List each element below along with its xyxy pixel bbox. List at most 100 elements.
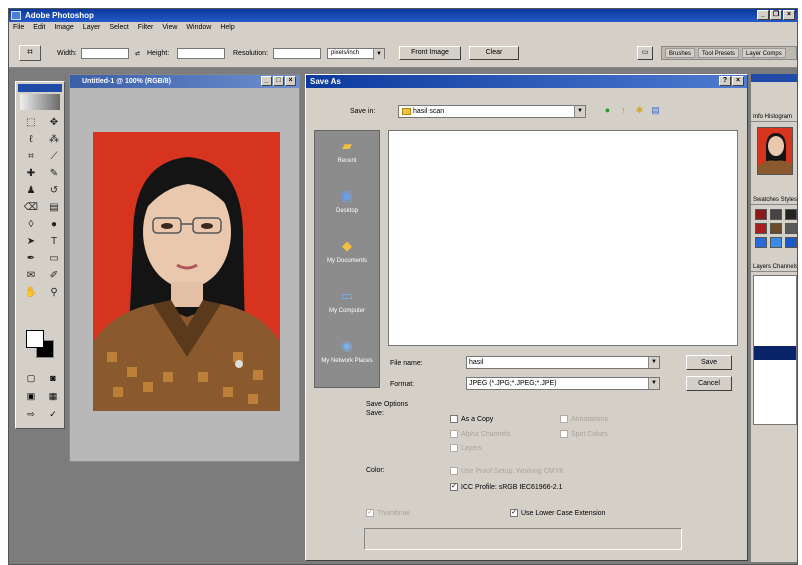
eyedropper-tool-icon[interactable]: ✐: [44, 269, 64, 283]
file-list[interactable]: [388, 130, 738, 346]
screen-mode-icon[interactable]: ▣: [22, 390, 40, 402]
place-my-network[interactable]: ◉ My Network Places: [315, 331, 379, 381]
place-my-computer[interactable]: ▭ My Computer: [315, 281, 379, 331]
menu-edit[interactable]: Edit: [33, 22, 45, 34]
slice-tool-icon[interactable]: ⟋: [44, 150, 64, 164]
clone-stamp-tool-icon[interactable]: ♟: [21, 184, 41, 198]
new-folder-icon[interactable]: ✱: [634, 105, 645, 116]
file-name-input[interactable]: hasil ▼: [466, 356, 660, 369]
menu-view[interactable]: View: [162, 22, 177, 34]
gradient-tool-icon[interactable]: ▤: [44, 201, 64, 215]
style-swatch[interactable]: [770, 209, 782, 220]
save-in-select[interactable]: hasil scan ▼: [398, 105, 586, 118]
place-desktop-label: Desktop: [335, 208, 358, 214]
minimize-icon[interactable]: _: [757, 10, 769, 20]
swap-icon[interactable]: ⇄: [135, 50, 140, 57]
save-button[interactable]: Save: [686, 355, 732, 370]
menu-image[interactable]: Image: [54, 22, 73, 34]
pen-tool-icon[interactable]: ✒: [21, 252, 41, 266]
type-tool-icon[interactable]: T: [44, 235, 64, 249]
view-menu-icon[interactable]: ▤: [650, 105, 661, 116]
alpha-channels-checkbox[interactable]: Alpha Channels: [450, 430, 510, 439]
foreground-color-swatch[interactable]: [26, 330, 44, 348]
marquee-tool-icon[interactable]: ⬚: [21, 116, 41, 130]
restore-icon[interactable]: ❐: [770, 10, 782, 20]
hand-tool-icon[interactable]: ✋: [21, 286, 41, 300]
close-icon[interactable]: ×: [732, 76, 744, 86]
layers-checkbox[interactable]: Layers: [450, 444, 482, 453]
swatches-styles-tabs[interactable]: Swatches Styles: [751, 195, 797, 205]
resolution-unit-select[interactable]: pixels/inch ▼: [327, 48, 385, 60]
back-icon[interactable]: ●: [602, 105, 613, 116]
thumbnail-checkbox[interactable]: ✓ Thumbnail: [366, 509, 410, 518]
close-icon[interactable]: ×: [783, 10, 795, 20]
layers-channels-tabs[interactable]: Layers Channels: [751, 262, 797, 272]
lasso-tool-icon[interactable]: ℓ: [21, 133, 41, 147]
menu-select[interactable]: Select: [109, 22, 128, 34]
place-desktop[interactable]: ▣ Desktop: [315, 181, 379, 231]
dodge-tool-icon[interactable]: ●: [44, 218, 64, 232]
quick-mask-mode-icon[interactable]: ◙: [44, 372, 62, 384]
selected-layer-row[interactable]: [754, 346, 796, 360]
use-proof-setup-checkbox[interactable]: Use Proof Setup: Working CMYK: [450, 467, 564, 476]
menu-layer[interactable]: Layer: [83, 22, 101, 34]
crop-tool-preset-icon[interactable]: ⌗: [19, 45, 41, 61]
lower-case-extension-checkbox[interactable]: ✓ Use Lower Case Extension: [510, 509, 605, 518]
notes-tool-icon[interactable]: ✉: [21, 269, 41, 283]
style-swatch[interactable]: [755, 209, 767, 220]
front-image-button[interactable]: Front Image: [399, 46, 461, 60]
up-folder-icon[interactable]: ↑: [618, 105, 629, 116]
brush-tool-icon[interactable]: ✎: [44, 167, 64, 181]
style-swatch[interactable]: [770, 223, 782, 234]
layers-list[interactable]: [753, 275, 797, 425]
minimize-icon[interactable]: _: [261, 76, 272, 86]
blur-tool-icon[interactable]: ◊: [21, 218, 41, 232]
maximize-icon[interactable]: □: [273, 76, 284, 86]
info-histogram-tabs[interactable]: Info Histogram: [751, 112, 797, 122]
style-swatch[interactable]: [770, 237, 782, 248]
tab-brushes[interactable]: Brushes: [665, 48, 696, 58]
menu-filter[interactable]: Filter: [138, 22, 154, 34]
style-swatch[interactable]: [755, 237, 767, 248]
navigator-thumbnail[interactable]: [757, 127, 793, 175]
zoom-tool-icon[interactable]: ⚲: [44, 286, 64, 300]
cancel-button[interactable]: Cancel: [686, 376, 732, 391]
place-my-documents[interactable]: ◆ My Documents: [315, 231, 379, 281]
palette-well-icon[interactable]: ▭: [637, 46, 653, 60]
path-selection-tool-icon[interactable]: ➤: [21, 235, 41, 249]
tab-layer-comps[interactable]: Layer Comps: [742, 48, 786, 58]
standard-mode-icon[interactable]: ▢: [22, 372, 40, 384]
style-swatch[interactable]: [785, 209, 797, 220]
magic-wand-tool-icon[interactable]: ⁂: [44, 133, 64, 147]
check-icon[interactable]: ✓: [44, 408, 62, 420]
style-swatch[interactable]: [785, 223, 797, 234]
close-icon[interactable]: ×: [285, 76, 296, 86]
palette-header: [751, 74, 797, 82]
height-input[interactable]: [177, 48, 225, 59]
tab-tool-presets[interactable]: Tool Presets: [698, 48, 740, 58]
eraser-tool-icon[interactable]: ⌫: [21, 201, 41, 215]
width-input[interactable]: [81, 48, 129, 59]
shape-tool-icon[interactable]: ▭: [44, 252, 64, 266]
crop-tool-icon[interactable]: ⌗: [21, 150, 41, 164]
spot-colors-checkbox[interactable]: Spot Colors: [560, 430, 608, 439]
healing-brush-tool-icon[interactable]: ✚: [21, 167, 41, 181]
menu-file[interactable]: File: [13, 22, 24, 34]
menu-help[interactable]: Help: [220, 22, 234, 34]
clear-button[interactable]: Clear: [469, 46, 519, 60]
move-tool-icon[interactable]: ✥: [44, 116, 64, 130]
jump-to-imageready-icon[interactable]: ⇨: [22, 408, 40, 420]
icc-profile-checkbox[interactable]: ✓ ICC Profile: sRGB IEC61966-2.1: [450, 483, 563, 492]
menu-window[interactable]: Window: [186, 22, 211, 34]
history-brush-tool-icon[interactable]: ↺: [44, 184, 64, 198]
style-swatch[interactable]: [785, 237, 797, 248]
full-screen-mode-icon[interactable]: ▦: [44, 390, 62, 402]
adobe-feather-logo[interactable]: [20, 94, 60, 110]
place-recent[interactable]: ▰ Recent: [315, 131, 379, 181]
annotations-checkbox[interactable]: Annotations: [560, 415, 608, 424]
style-swatch[interactable]: [755, 223, 767, 234]
as-a-copy-checkbox[interactable]: As a Copy: [450, 415, 493, 424]
help-icon[interactable]: ?: [719, 76, 731, 86]
resolution-input[interactable]: [273, 48, 321, 59]
format-select[interactable]: JPEG (*.JPG;*.JPEG;*.JPE) ▼: [466, 377, 660, 390]
